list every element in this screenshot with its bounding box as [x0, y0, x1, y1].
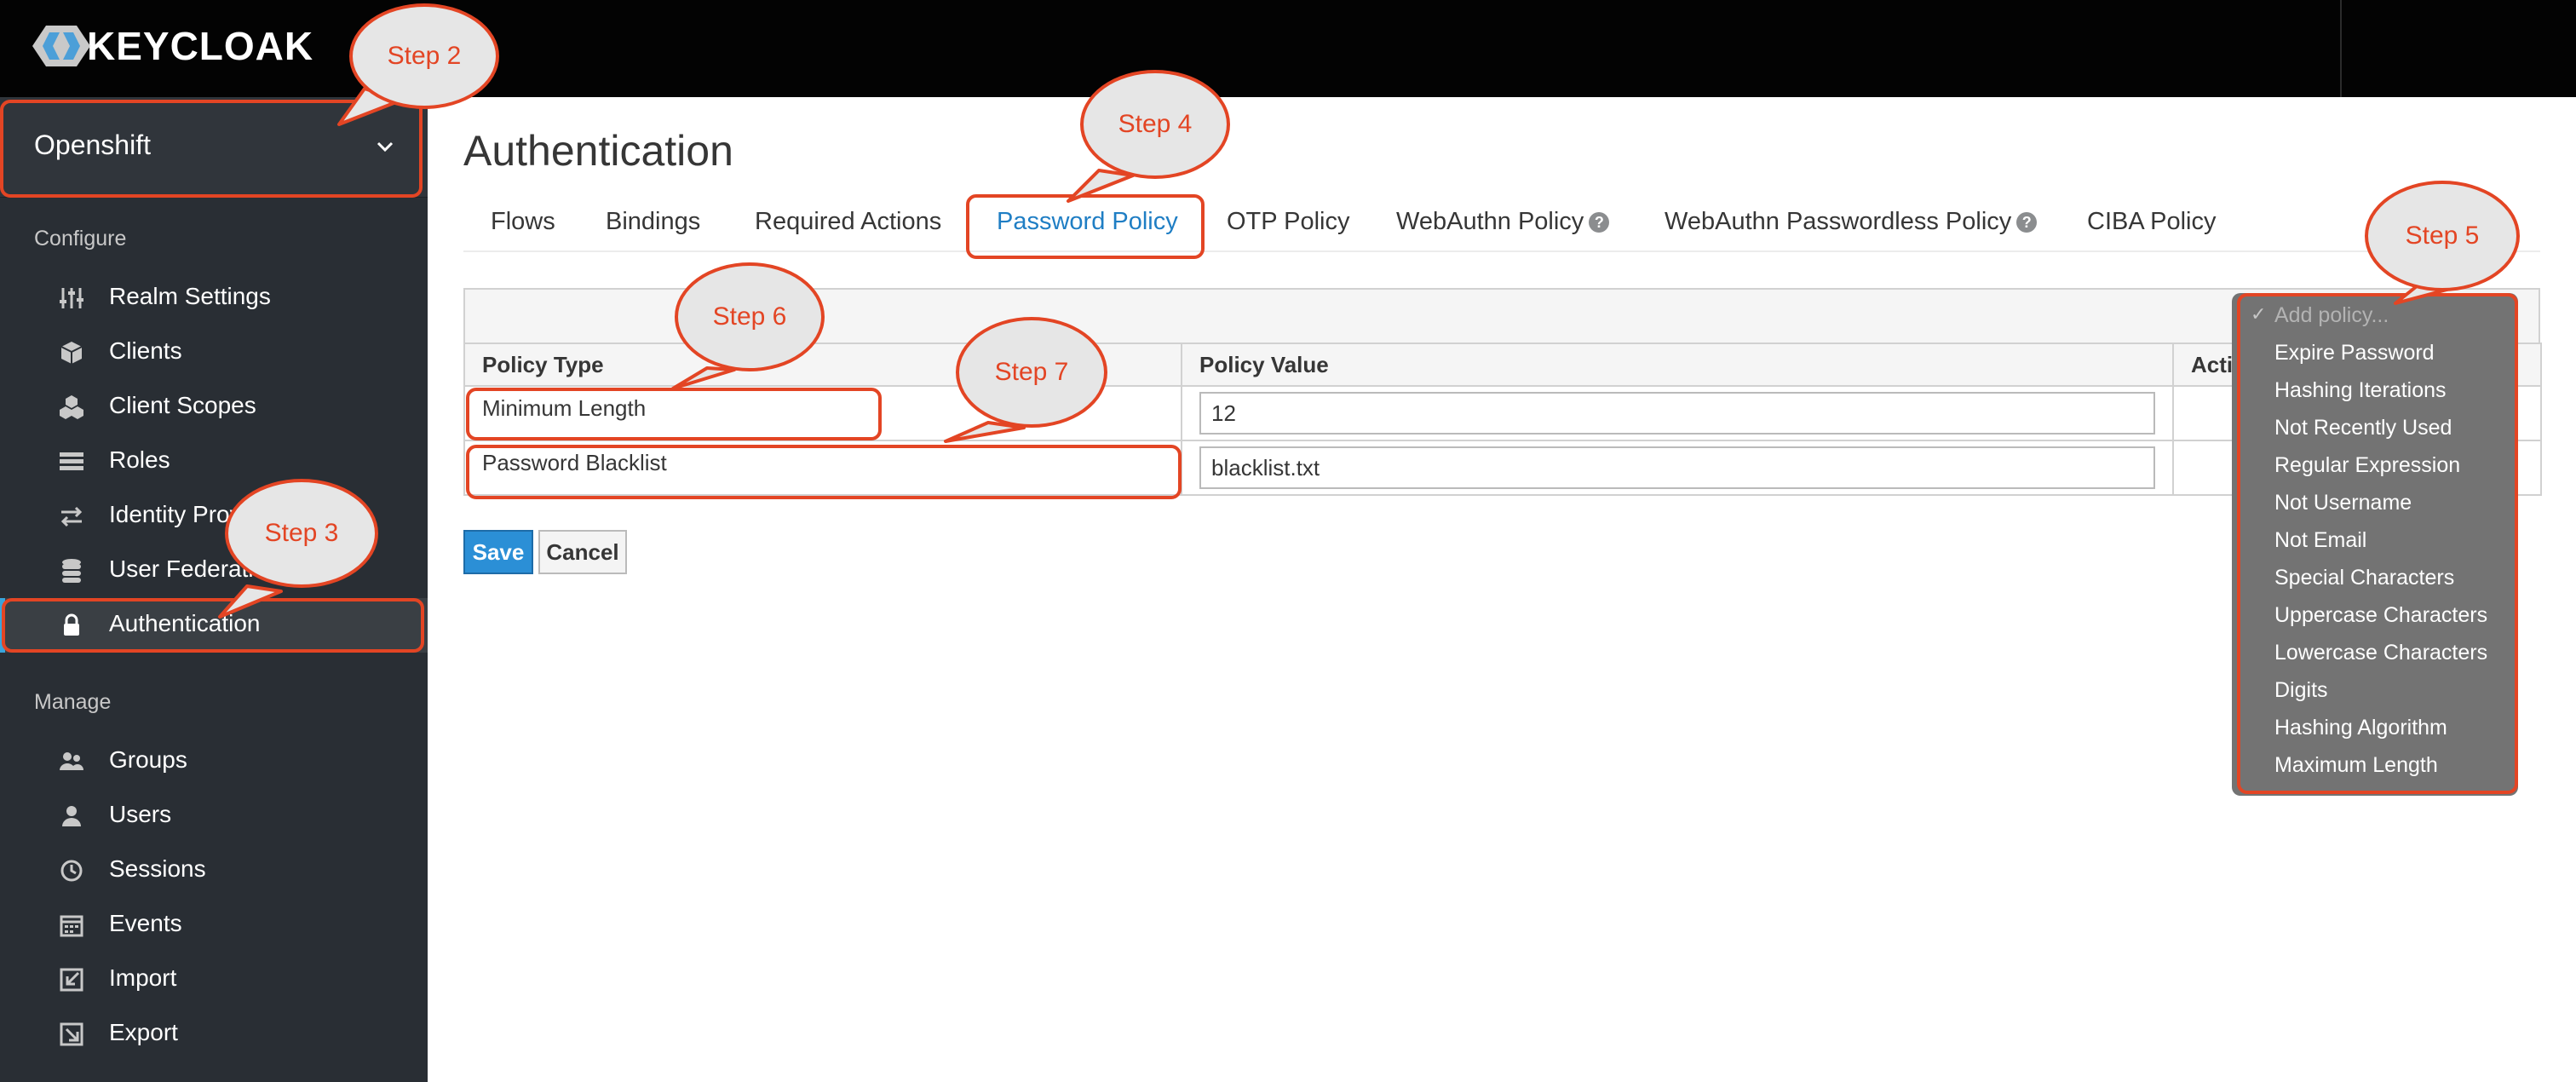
step-4-callout: Step 4	[1080, 70, 1230, 179]
step-3-callout: Step 3	[225, 479, 378, 588]
callout-pointers	[218, 87, 2455, 619]
step-5-callout: Step 5	[2365, 181, 2520, 291]
step-2-callout: Step 2	[349, 3, 499, 109]
step-6-callout: Step 6	[675, 262, 825, 371]
step-7-callout: Step 7	[956, 317, 1107, 428]
